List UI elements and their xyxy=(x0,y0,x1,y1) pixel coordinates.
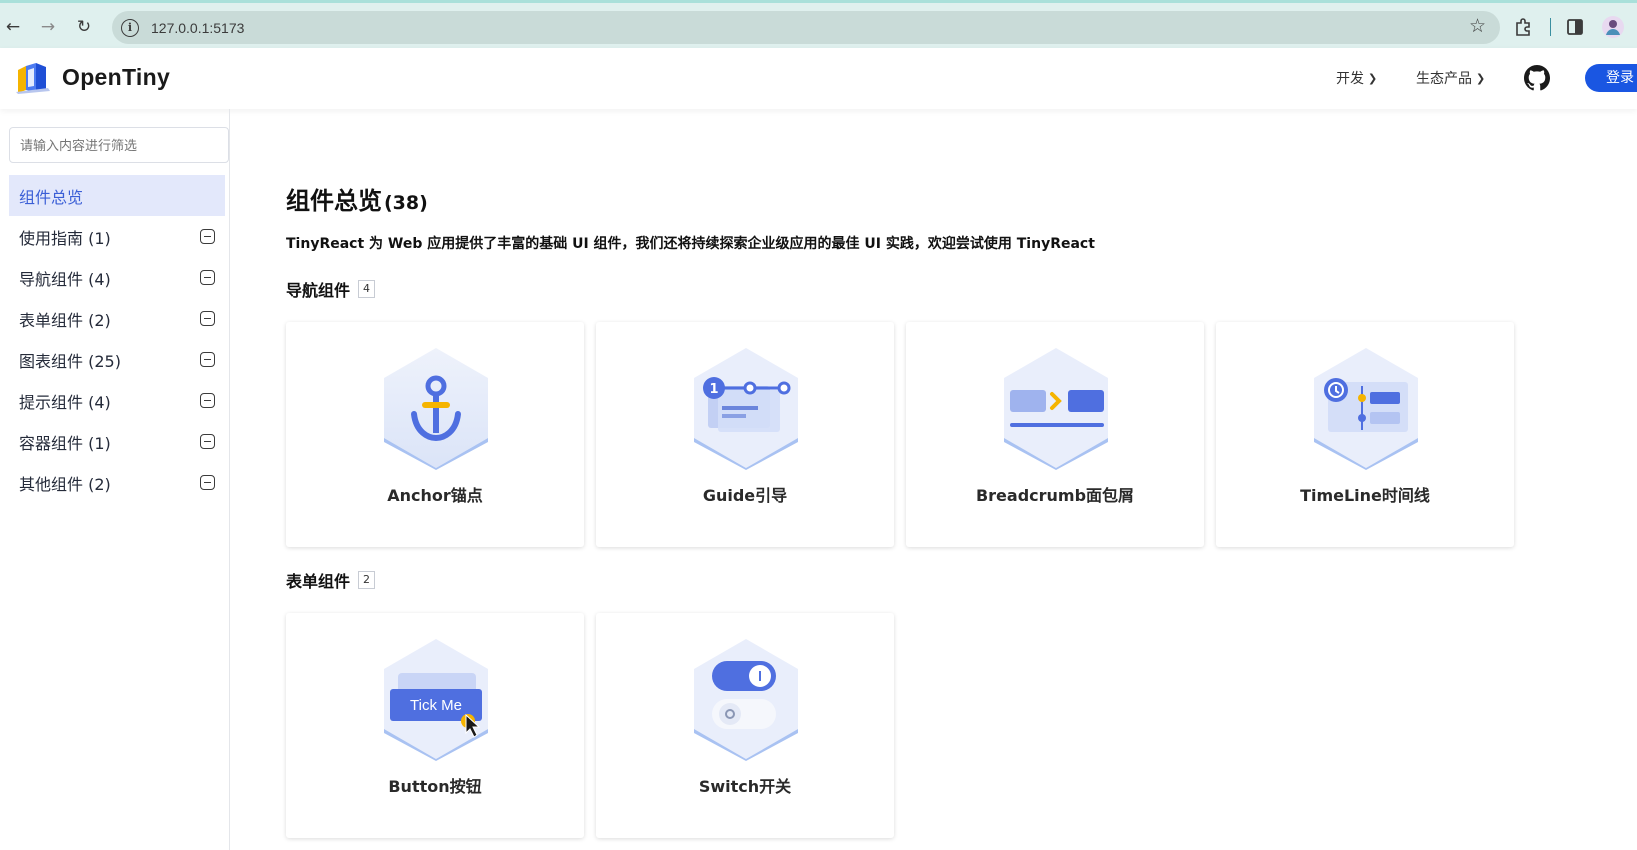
svg-text:1: 1 xyxy=(709,382,718,397)
extensions-icon[interactable] xyxy=(1513,17,1533,37)
github-icon[interactable] xyxy=(1524,65,1550,91)
page-title: 组件总览 (38) xyxy=(286,181,428,216)
sidebar-item-form[interactable]: 表单组件 (2) xyxy=(9,298,225,339)
sidebar-item-guide[interactable]: 使用指南 (1) xyxy=(9,216,225,257)
section-count-badge: 2 xyxy=(358,571,376,589)
logo-text: OpenTiny xyxy=(62,63,171,90)
sidebar-item-container[interactable]: 容器组件 (1) xyxy=(9,421,225,462)
browser-toolbar: ← → ↻ i 127.0.0.1:5173 ☆ xyxy=(0,0,1637,48)
guide-steps-icon: 1 xyxy=(694,348,798,470)
component-card-name: Anchor锚点 xyxy=(387,486,483,505)
site-info-icon[interactable]: i xyxy=(121,18,139,37)
collapse-icon[interactable] xyxy=(200,352,215,367)
filter-input[interactable] xyxy=(9,127,229,163)
page-title-count: (38) xyxy=(384,192,428,214)
login-button[interactable]: 登录 xyxy=(1585,64,1637,92)
site-header: OpenTiny 开发 ❯ 生态产品 ❯ 登录 xyxy=(0,48,1637,109)
bookmark-star-icon[interactable]: ☆ xyxy=(1469,15,1486,37)
logo[interactable]: OpenTiny xyxy=(14,60,170,94)
sidebar-item-overview[interactable]: 组件总览 xyxy=(9,175,225,216)
forward-icon[interactable]: → xyxy=(36,15,60,39)
profile-icon[interactable] xyxy=(1601,15,1625,39)
sidebar-menu: 组件总览 使用指南 (1) 导航组件 (4) 表单组件 (2) 图表组件 (25… xyxy=(9,175,225,503)
sidebar-item-label: 组件总览 xyxy=(19,187,84,207)
sidebar-item-label: 提示组件 (4) xyxy=(19,392,111,412)
component-card-name: Button按钮 xyxy=(388,777,482,796)
main-content: 组件总览 (38) TinyReact 为 Web 应用提供了丰富的基础 UI 组… xyxy=(286,109,1626,850)
button-art-text: Tick Me xyxy=(410,697,462,714)
nav-develop-label: 开发 xyxy=(1336,71,1364,87)
nav-ecosystem[interactable]: 生态产品 ❯ xyxy=(1416,68,1485,88)
sidebar: 组件总览 使用指南 (1) 导航组件 (4) 表单组件 (2) 图表组件 (25… xyxy=(0,109,230,850)
sidebar-item-navigation[interactable]: 导航组件 (4) xyxy=(9,257,225,298)
component-card-breadcrumb[interactable]: Breadcrumb面包屑 xyxy=(906,322,1204,547)
reload-icon[interactable]: ↻ xyxy=(72,15,96,39)
collapse-icon[interactable] xyxy=(200,270,215,285)
address-bar[interactable]: i 127.0.0.1:5173 ☆ xyxy=(112,11,1500,44)
side-panel-icon[interactable] xyxy=(1566,18,1584,36)
switch-icon xyxy=(694,639,798,761)
component-card-guide[interactable]: 1 Guide引导 xyxy=(596,322,894,547)
sidebar-item-chart[interactable]: 图表组件 (25) xyxy=(9,339,225,380)
component-card-timeline[interactable]: TimeLine时间线 xyxy=(1216,322,1514,547)
anchor-icon xyxy=(384,348,488,470)
component-card-name: Breadcrumb面包屑 xyxy=(975,486,1135,505)
url-text[interactable]: 127.0.0.1:5173 xyxy=(151,20,244,36)
section-title-navigation: 导航组件 4 xyxy=(286,277,376,301)
component-card-switch[interactable]: Switch开关 xyxy=(596,613,894,838)
sidebar-item-other[interactable]: 其他组件 (2) xyxy=(9,462,225,503)
timeline-icon xyxy=(1314,348,1418,470)
breadcrumb-icon xyxy=(1004,348,1108,470)
component-card-anchor[interactable]: Anchor锚点 xyxy=(286,322,584,547)
button-icon: Tick Me xyxy=(384,639,488,761)
sidebar-item-label: 使用指南 (1) xyxy=(19,228,111,248)
nav-develop[interactable]: 开发 ❯ xyxy=(1336,68,1377,88)
component-card-name: Switch开关 xyxy=(698,777,792,796)
component-card-button[interactable]: Tick Me Button按钮 xyxy=(286,613,584,838)
sidebar-item-label: 导航组件 (4) xyxy=(19,269,111,289)
nav-ecosystem-label: 生态产品 xyxy=(1416,71,1472,87)
section-count-badge: 4 xyxy=(358,280,376,298)
section-title-text: 导航组件 xyxy=(286,281,351,300)
component-card-name: TimeLine时间线 xyxy=(1300,486,1430,505)
page-title-text: 组件总览 xyxy=(286,187,382,215)
opentiny-logo-icon xyxy=(16,63,50,94)
intro-text: TinyReact 为 Web 应用提供了丰富的基础 UI 组件，我们还将持续探… xyxy=(286,236,1095,252)
collapse-icon[interactable] xyxy=(200,311,215,326)
sidebar-item-label: 表单组件 (2) xyxy=(19,310,111,330)
sidebar-item-label: 图表组件 (25) xyxy=(19,351,121,371)
section-title-text: 表单组件 xyxy=(286,572,351,591)
collapse-icon[interactable] xyxy=(200,475,215,490)
sidebar-item-label: 其他组件 (2) xyxy=(19,474,111,494)
sidebar-item-feedback[interactable]: 提示组件 (4) xyxy=(9,380,225,421)
sidebar-item-label: 容器组件 (1) xyxy=(19,433,111,453)
component-card-name: Guide引导 xyxy=(702,486,788,505)
chevron-down-icon: ❯ xyxy=(1368,71,1378,85)
section-title-form: 表单组件 2 xyxy=(286,568,376,592)
back-icon[interactable]: ← xyxy=(1,15,25,39)
collapse-icon[interactable] xyxy=(200,229,215,244)
collapse-icon[interactable] xyxy=(200,434,215,449)
collapse-icon[interactable] xyxy=(200,393,215,408)
chevron-down-icon: ❯ xyxy=(1476,71,1486,85)
toolbar-divider xyxy=(1550,18,1551,36)
